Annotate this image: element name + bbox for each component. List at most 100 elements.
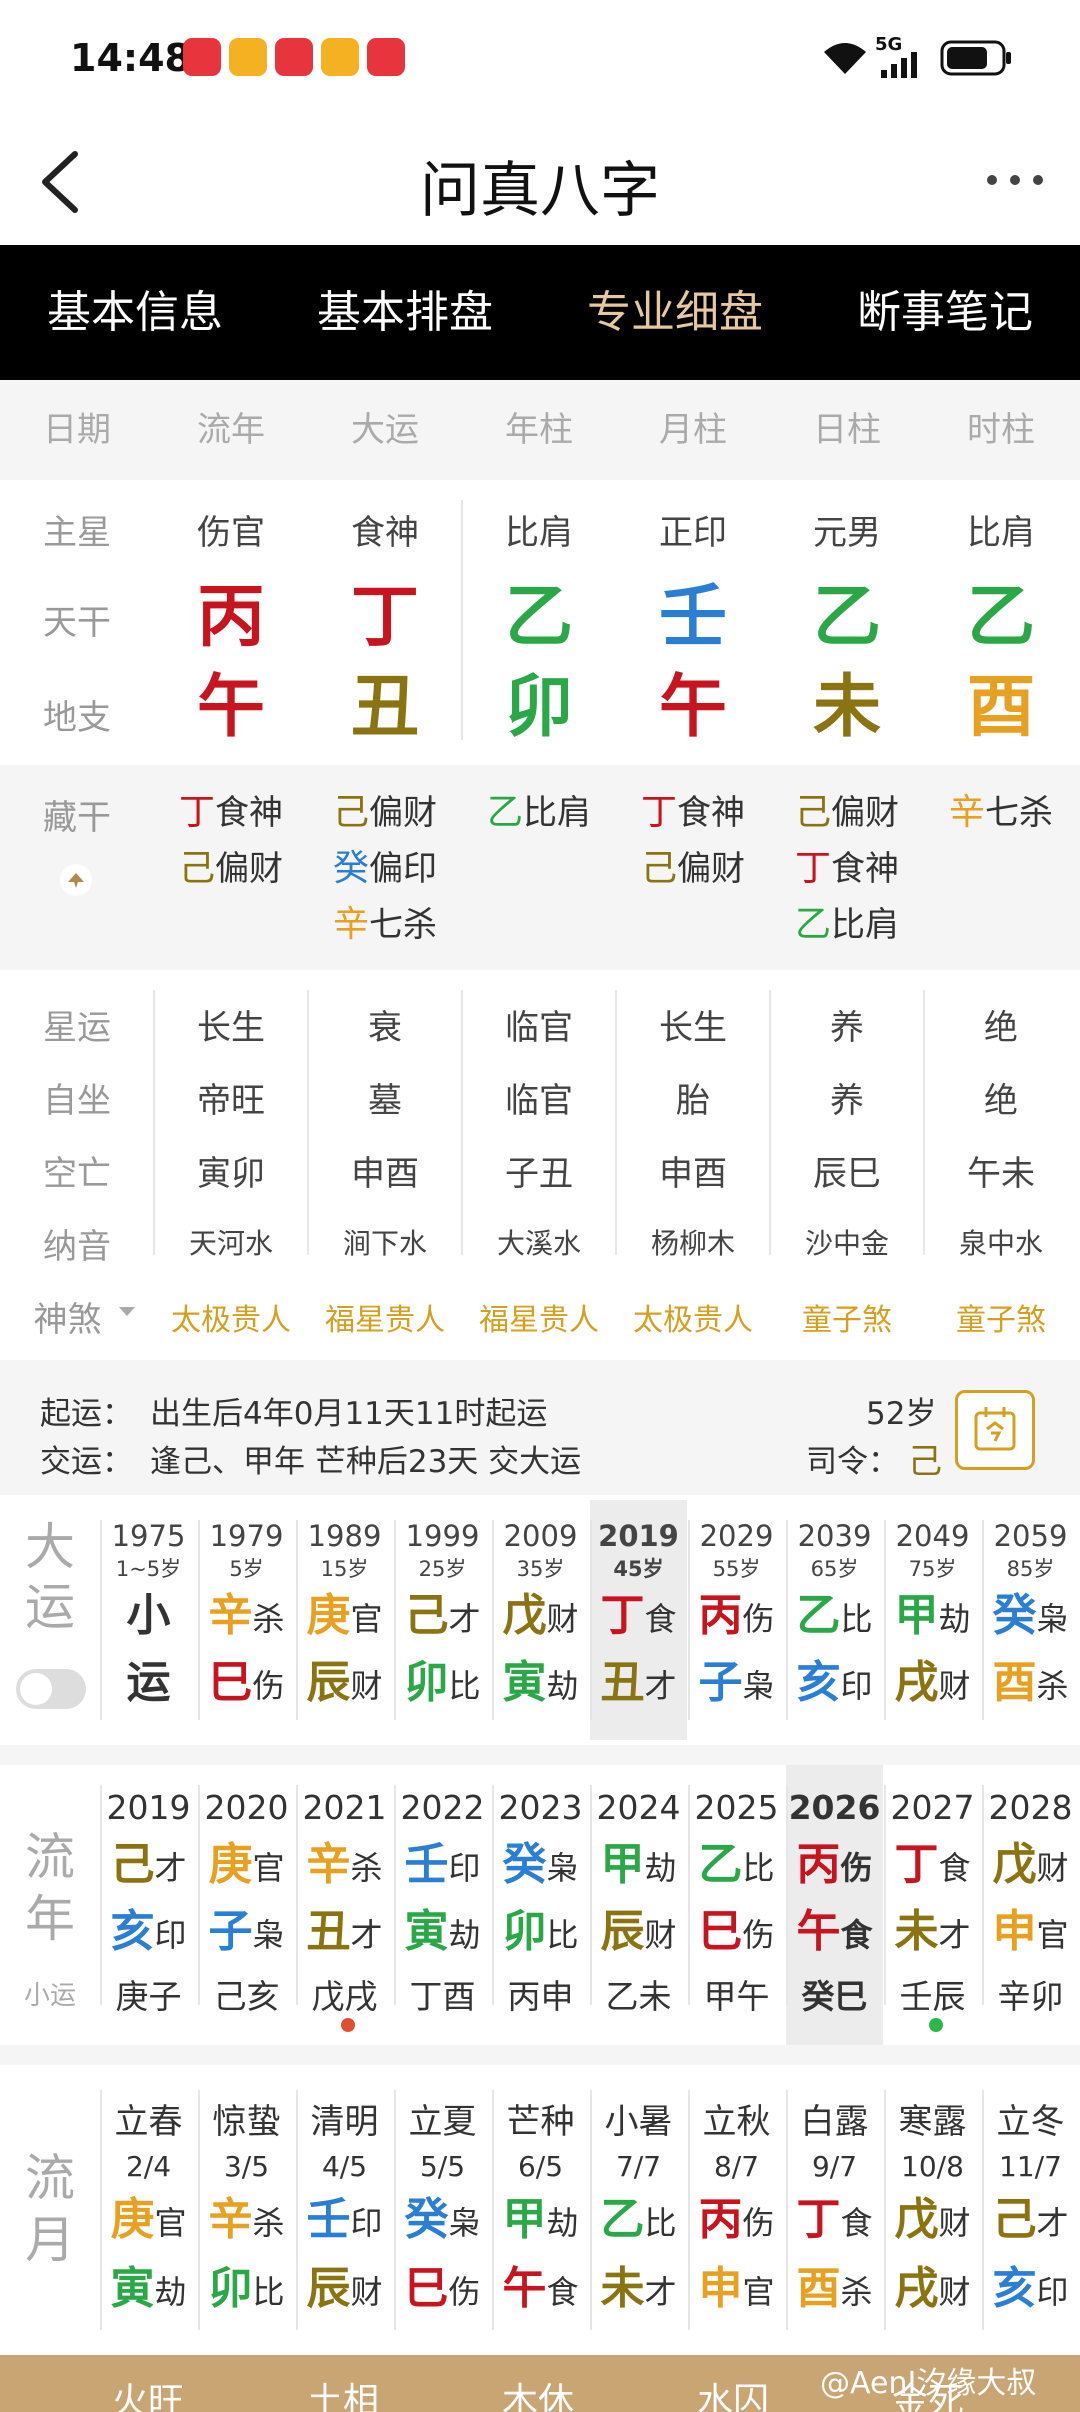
liunian-item[interactable]: 2024 甲劫 辰财 乙未	[590, 1765, 687, 2045]
dayun-item[interactable]: 2059 85岁 癸枭 酉杀	[982, 1500, 1079, 1740]
liuyue-item[interactable]: 立春 2/4 庚官 寅劫	[100, 2075, 197, 2345]
tab-basic-chart[interactable]: 基本排盘	[270, 245, 540, 380]
green-dot	[929, 2018, 943, 2032]
label-shensha[interactable]: 神煞	[0, 1292, 135, 1341]
liuyue-zhi: 午食	[492, 2256, 589, 2325]
kongwang-value: 午未	[967, 1154, 1035, 1194]
gan-char: 丁	[894, 1839, 939, 1890]
liuyue-item[interactable]: 小暑 7/7 乙比 未才	[590, 2075, 687, 2345]
gan-char: 戊	[894, 2194, 939, 2245]
jiaoyun-value: 逢己、甲年 芒种后23天 交大运	[150, 1444, 582, 1480]
zhi-char: 申	[698, 2263, 743, 2314]
dayun-item[interactable]: 2009 35岁 戊财 寅劫	[492, 1500, 589, 1740]
liuyue-item[interactable]: 芒种 6/5 甲劫 午食	[492, 2075, 589, 2345]
gan-shishen: 比	[742, 1849, 775, 1887]
dayun-age: 1~5岁	[115, 1557, 182, 1581]
liuyue-item[interactable]: 白露 9/7 丁食 酉杀	[786, 2075, 883, 2345]
chevron-down-icon[interactable]	[117, 1305, 137, 1319]
liunian-item[interactable]: 2028 戊财 申官 辛卯	[982, 1765, 1079, 2045]
battery-icon	[940, 40, 1011, 76]
liunian-item[interactable]: 2026 丙伤 午食 癸巳	[786, 1765, 883, 2045]
dayun-item[interactable]: 1999 25岁 己才 卯比	[394, 1500, 491, 1740]
label-xingyun: 星运	[43, 1008, 111, 1048]
column-divider	[198, 1520, 200, 1720]
dayun-year: 2039	[797, 1519, 872, 1553]
gan-shishen: 官	[350, 1600, 383, 1638]
dayun-item[interactable]: 1989 15岁 庚官 辰财	[296, 1500, 393, 1740]
tab-pro-chart[interactable]: 专业细盘	[540, 245, 810, 380]
dayun-item[interactable]: 2029 55岁 丙伤 子枭	[688, 1500, 785, 1740]
liuyue-item[interactable]: 惊蛰 3/5 辛杀 卯比	[198, 2075, 295, 2345]
dizhi-char: 午	[658, 668, 727, 747]
dayun-item[interactable]: 1979 5岁 辛杀 巳伤	[198, 1500, 295, 1740]
gan-shishen: 伤	[742, 1600, 775, 1638]
dayun-zhi: 辰财	[296, 1651, 393, 1718]
liunian-item[interactable]: 2020 庚官 子枭 己亥	[198, 1765, 295, 2045]
zhi-char: 运	[126, 1657, 171, 1708]
canggan-shishen: 比肩	[831, 905, 899, 945]
dayun-item[interactable]: 2049 75岁 甲劫 戌财	[884, 1500, 981, 1740]
zhi-char: 未	[600, 2263, 645, 2314]
wuxing-wood: 木休	[502, 2381, 575, 2412]
zhi-char: 卯	[502, 1906, 547, 1957]
zhi-char: 辰	[600, 1906, 645, 1957]
canggan-gan: 己	[178, 848, 215, 889]
more-options-icon[interactable]	[980, 150, 1050, 210]
label-nayin: 纳音	[43, 1227, 111, 1267]
dayun-year: 1999	[405, 1519, 480, 1553]
liuyue-gan: 丙伤	[688, 2187, 785, 2256]
dayun-gan: 小	[100, 1584, 197, 1651]
main-star: 元男	[813, 513, 881, 553]
liunian-item[interactable]: 2021 辛杀 丑才 戊戌	[296, 1765, 393, 2045]
tab-notes[interactable]: 断事笔记	[810, 245, 1080, 380]
zhi-shishen: 印	[154, 1916, 187, 1954]
liuyue-item[interactable]: 立冬 11/7 己才 亥印	[982, 2075, 1079, 2345]
zhi-shishen: 杀	[840, 2273, 873, 2311]
dayun-item[interactable]: 1975 1~5岁小运	[100, 1500, 197, 1740]
canggan-item: 乙比肩	[770, 897, 924, 953]
gan-char: 壬	[404, 1839, 449, 1890]
calendar-icon[interactable]	[955, 1390, 1035, 1470]
liunian-item[interactable]: 2027 丁食 未才 壬辰	[884, 1765, 981, 2045]
liuyue-gan: 己才	[982, 2187, 1079, 2256]
dayun-year: 1979	[209, 1519, 284, 1553]
gan-shishen: 食	[840, 2204, 873, 2242]
tab-basic-info[interactable]: 基本信息	[0, 245, 270, 380]
dayun-gan: 戊财	[492, 1584, 589, 1651]
column-divider	[100, 1785, 102, 2005]
gan-shishen: 杀	[350, 1849, 383, 1887]
dayun-item[interactable]: 2039 65岁 乙比 亥印	[786, 1500, 883, 1740]
liunian-gan: 癸枭	[492, 1833, 589, 1900]
zhi-shishen: 劫	[448, 1916, 481, 1954]
canggan-shishen: 偏财	[215, 849, 283, 889]
liuyue-item[interactable]: 立秋 8/7 丙伤 申官	[688, 2075, 785, 2345]
canggan-shishen: 偏财	[677, 849, 745, 889]
app-notification-icon	[321, 38, 359, 76]
toggle-switch[interactable]	[15, 1668, 87, 1710]
kongwang-value: 申酉	[659, 1154, 727, 1194]
canggan-gan: 己	[332, 792, 369, 833]
liuyue-item[interactable]: 清明 4/5 壬印 辰财	[296, 2075, 393, 2345]
gan-shishen: 官	[154, 2204, 187, 2242]
liuyue-item[interactable]: 立夏 5/5 癸枭 巳伤	[394, 2075, 491, 2345]
dayun-item[interactable]: 2019 45岁 丁食 丑才	[590, 1500, 687, 1740]
liuyue-item[interactable]: 寒露 10/8 戊财 戌财	[884, 2075, 981, 2345]
tiangan-char: 丙	[196, 578, 265, 657]
gan-shishen: 财	[1036, 1849, 1069, 1887]
liunian-item[interactable]: 2019 己才 亥印 庚子	[100, 1765, 197, 2045]
jieqi-date: 7/7	[615, 2150, 662, 2183]
column-divider	[296, 1785, 298, 2005]
liunian-item[interactable]: 2022 壬印 寅劫 丁酉	[394, 1765, 491, 2045]
liunian-item[interactable]: 2025 乙比 巳伤 甲午	[688, 1765, 785, 2045]
tab-bar: 基本信息 基本排盘 专业细盘 断事笔记	[0, 245, 1080, 380]
expand-toggle-icon[interactable]	[58, 862, 94, 898]
jieqi-date: 3/5	[223, 2150, 270, 2183]
zhi-char: 酉	[796, 2263, 841, 2314]
liunian-item[interactable]: 2023 癸枭 卯比 丙申	[492, 1765, 589, 2045]
jieqi-name: 惊蛰	[212, 2102, 281, 2142]
shensha-value: 童子煞	[956, 1303, 1046, 1338]
zhi-shishen: 财	[644, 1916, 677, 1954]
liunian-gan: 辛杀	[296, 1833, 393, 1900]
zhi-shishen: 比	[252, 2273, 285, 2311]
zhi-shishen: 才	[938, 1916, 971, 1954]
